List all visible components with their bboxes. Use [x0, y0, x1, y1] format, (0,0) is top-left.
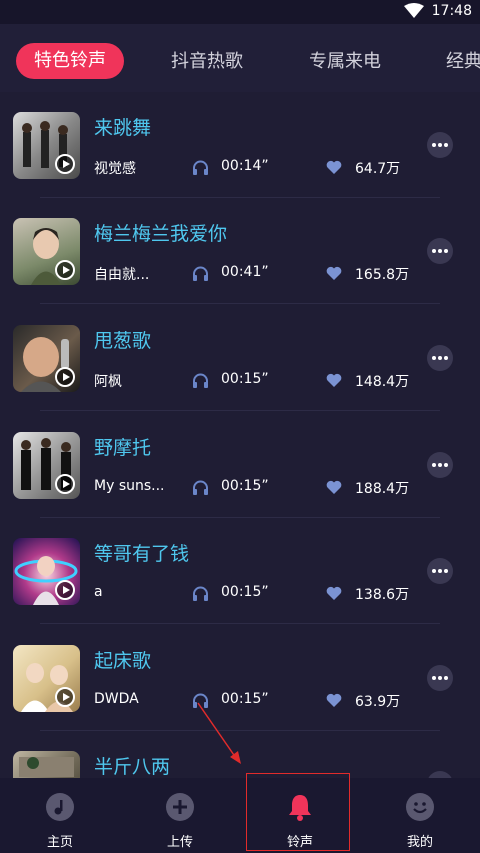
status-bar: 17:48 [0, 0, 480, 24]
headphones-icon [193, 480, 208, 495]
more-options-button[interactable] [427, 771, 453, 778]
song-title[interactable]: 野摩托 [94, 433, 151, 460]
song-title[interactable]: 来跳舞 [94, 113, 151, 140]
song-likes: 188.4万 [355, 481, 410, 497]
heart-icon [326, 266, 342, 280]
smiley-icon [406, 793, 434, 821]
nav-label: 我的 [406, 835, 433, 850]
song-artist: 自由就... [94, 267, 150, 283]
headphones-icon [193, 373, 208, 388]
status-right: 17:48 [403, 3, 472, 19]
song-title[interactable]: 半斤八两 [94, 752, 170, 778]
song-title[interactable]: 起床歌 [94, 646, 151, 673]
headphones-icon [193, 586, 208, 601]
song-duration: 00:14” [221, 158, 269, 174]
more-options-button[interactable] [427, 558, 453, 584]
plus-icon [166, 793, 194, 821]
headphones-icon [193, 160, 208, 175]
headphones-icon [193, 693, 208, 708]
play-icon[interactable] [55, 687, 75, 707]
thumbnail-image [19, 757, 74, 777]
bottom-navigation: 主页 上传 铃声 我的 [0, 778, 480, 853]
play-icon[interactable] [55, 367, 75, 387]
song-thumbnail[interactable] [13, 432, 80, 499]
divider [40, 623, 440, 624]
divider [40, 410, 440, 411]
more-options-button[interactable] [427, 665, 453, 691]
heart-icon [326, 480, 342, 494]
song-artist: 视觉感 [94, 161, 136, 177]
list-item[interactable]: 甩葱歌 阿枫 00:15” 148.4万 [0, 305, 480, 412]
list-item[interactable]: 半斤八两 [0, 731, 480, 778]
song-thumbnail[interactable] [13, 751, 80, 778]
tab-featured-ringtones[interactable]: 特色铃声 [16, 43, 124, 79]
tab-exclusive-calls[interactable]: 专属来电 [309, 44, 381, 80]
annotation-highlight-box [246, 773, 350, 851]
song-thumbnail[interactable] [13, 538, 80, 605]
list-item[interactable]: 等哥有了钱 a 00:15” 138.6万 [0, 518, 480, 625]
category-tabs: 特色铃声 抖音热歌 专属来电 经典 [0, 24, 480, 92]
song-artist: 阿枫 [94, 374, 122, 390]
play-icon[interactable] [55, 580, 75, 600]
divider [40, 303, 440, 304]
more-options-button[interactable] [427, 132, 453, 158]
list-item[interactable]: 梅兰梅兰我爱你 自由就... 00:41” 165.8万 [0, 198, 480, 305]
list-item[interactable]: 野摩托 My suns... 00:15” 188.4万 [0, 412, 480, 519]
song-title[interactable]: 甩葱歌 [94, 326, 151, 353]
more-options-button[interactable] [427, 238, 453, 264]
nav-label: 主页 [46, 835, 73, 850]
list-item[interactable]: 起床歌 DWDA 00:15” 63.9万 [0, 625, 480, 732]
song-duration: 00:15” [221, 584, 269, 600]
ringtone-list: 来跳舞 视觉感 00:14” 64.7万 梅兰梅兰我爱你 自由就... 00:4… [0, 92, 480, 778]
song-artist: a [94, 584, 103, 600]
song-likes: 165.8万 [355, 267, 410, 283]
song-artist: DWDA [94, 691, 139, 707]
song-duration: 00:15” [221, 691, 269, 707]
song-duration: 00:15” [221, 371, 269, 387]
song-thumbnail[interactable] [13, 218, 80, 285]
song-duration: 00:15” [221, 478, 269, 494]
heart-icon [326, 586, 342, 600]
more-options-button[interactable] [427, 452, 453, 478]
nav-profile[interactable]: 我的 [360, 778, 480, 853]
music-note-icon [46, 793, 74, 821]
song-duration: 00:41” [221, 264, 269, 280]
tab-douyin-hits[interactable]: 抖音热歌 [171, 44, 243, 80]
song-thumbnail[interactable] [13, 645, 80, 712]
song-likes: 64.7万 [355, 161, 401, 177]
nav-home[interactable]: 主页 [0, 778, 120, 853]
song-likes: 138.6万 [355, 587, 410, 603]
song-artist: My suns... [94, 478, 164, 494]
song-title[interactable]: 梅兰梅兰我爱你 [94, 219, 227, 246]
song-title[interactable]: 等哥有了钱 [94, 539, 189, 566]
play-icon[interactable] [55, 474, 75, 494]
song-thumbnail[interactable] [13, 112, 80, 179]
play-icon[interactable] [55, 260, 75, 280]
list-item[interactable]: 来跳舞 视觉感 00:14” 64.7万 [0, 92, 480, 199]
wifi-icon [403, 3, 424, 18]
song-likes: 63.9万 [355, 694, 401, 710]
song-likes: 148.4万 [355, 374, 410, 390]
song-thumbnail[interactable] [13, 325, 80, 392]
nav-label: 上传 [166, 835, 193, 850]
heart-icon [326, 693, 342, 707]
play-icon[interactable] [55, 154, 75, 174]
headphones-icon [193, 266, 208, 281]
tab-classic[interactable]: 经典 [446, 44, 480, 80]
heart-icon [326, 373, 342, 387]
nav-upload[interactable]: 上传 [120, 778, 240, 853]
heart-icon [326, 160, 342, 174]
more-options-button[interactable] [427, 345, 453, 371]
status-time: 17:48 [431, 3, 472, 19]
